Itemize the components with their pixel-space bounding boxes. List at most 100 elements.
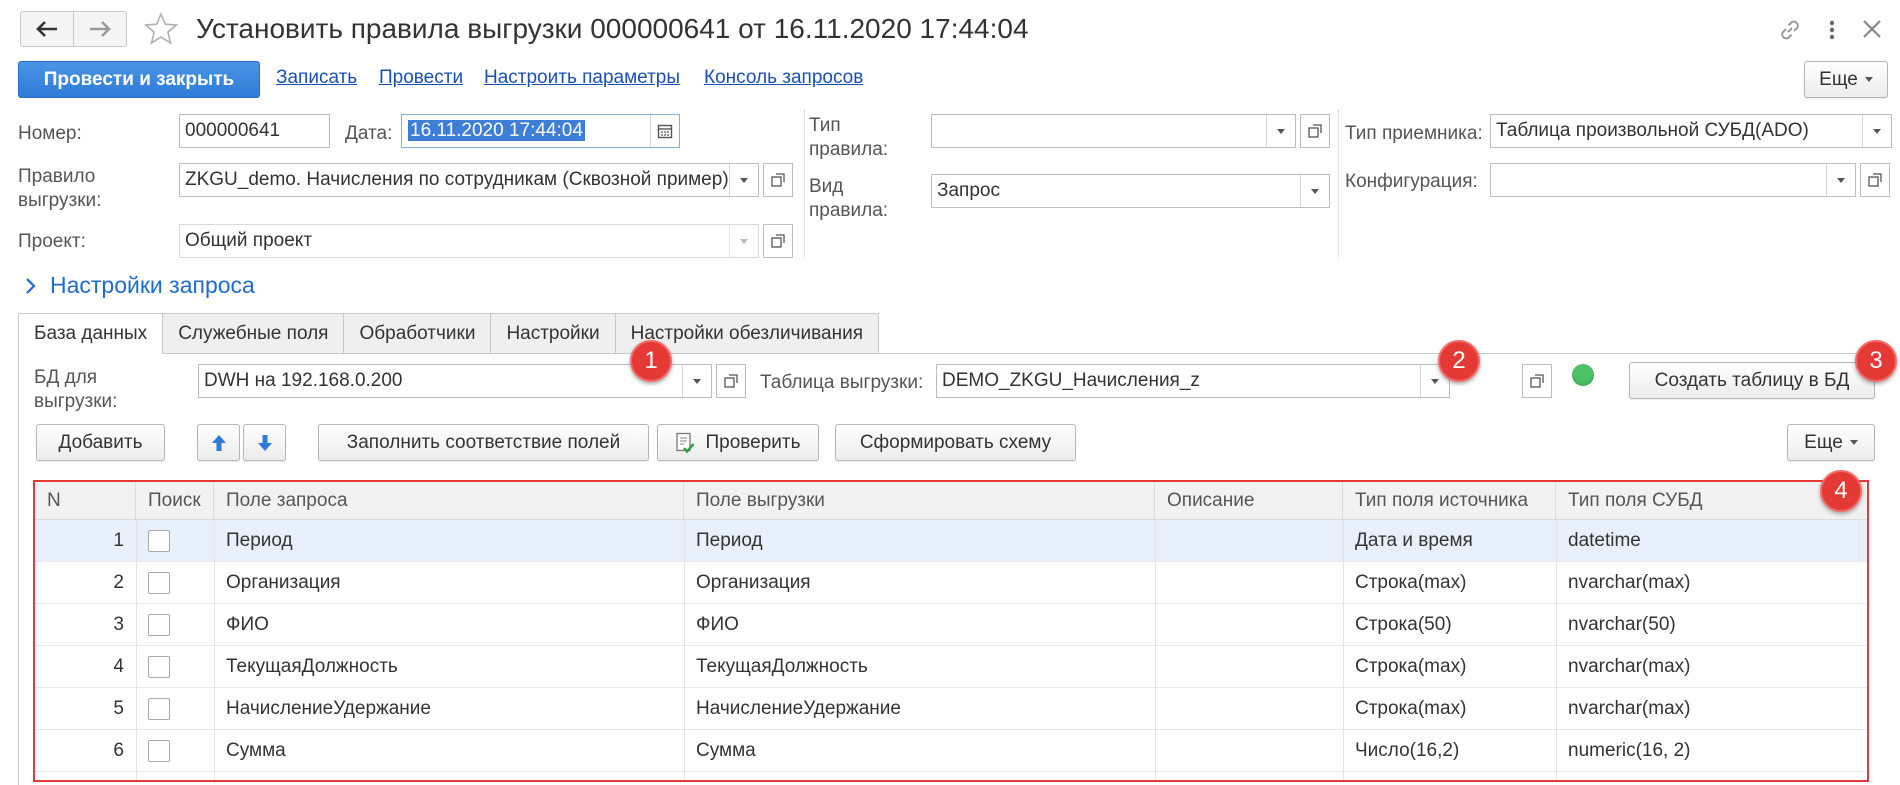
export-table-open-button[interactable]	[1522, 364, 1552, 398]
project-dropdown-button[interactable]	[729, 225, 758, 257]
search-checkbox[interactable]	[148, 740, 170, 762]
open-icon	[1868, 173, 1882, 187]
link-icon[interactable]	[1777, 17, 1803, 43]
rule-field[interactable]: ZKGU_demo. Начисления по сотрудникам (Ск…	[179, 163, 759, 197]
rule-type-field[interactable]	[931, 114, 1296, 148]
more-button[interactable]: Еще	[1804, 61, 1888, 98]
query-settings-title: Настройки запроса	[50, 272, 255, 298]
rule-kind-value: Запрос	[937, 180, 1000, 201]
favorite-star-icon[interactable]	[143, 11, 179, 47]
move-up-button[interactable]	[197, 424, 240, 461]
rule-label-line2: выгрузки:	[18, 190, 102, 211]
back-button[interactable]	[21, 12, 73, 46]
chevron-down-icon	[1864, 77, 1873, 82]
query-settings-section[interactable]: Настройки запроса	[24, 272, 255, 299]
configuration-dropdown-button[interactable]	[1826, 164, 1855, 196]
forward-button[interactable]	[73, 12, 126, 46]
tab-handlers[interactable]: Обработчики	[343, 313, 492, 353]
cell-source-type: Строка(50)	[1355, 614, 1452, 635]
cell-description	[1155, 688, 1343, 730]
query-console-link[interactable]: Консоль запросов	[704, 67, 863, 89]
project-field[interactable]: Общий проект	[179, 224, 759, 258]
rule-type-label-line2: правила:	[809, 139, 889, 160]
close-icon[interactable]	[1860, 17, 1884, 41]
db-open-button[interactable]	[716, 364, 746, 398]
build-schema-button[interactable]: Сформировать схему	[835, 424, 1076, 461]
date-label: Дата:	[345, 123, 393, 144]
rule-type-dropdown-button[interactable]	[1266, 115, 1295, 147]
db-label-line2: выгрузки:	[34, 391, 118, 412]
cell-db-type: datetime	[1568, 530, 1641, 551]
search-checkbox[interactable]	[148, 530, 170, 552]
export-table-field[interactable]: DEMO_ZKGU_Начисления_z	[936, 364, 1450, 398]
tab-database[interactable]: База данных	[18, 313, 164, 354]
more-button-label: Еще	[1819, 68, 1858, 90]
cell-query-field: ФИО	[226, 614, 269, 635]
cell-export-field: Сумма	[696, 740, 756, 761]
column-header-query-field[interactable]: Поле запроса	[214, 482, 684, 520]
table-row[interactable]: 3 ФИО ФИО Строка(50) nvarchar(50)	[35, 604, 1867, 646]
configuration-open-button[interactable]	[1860, 163, 1890, 197]
chevron-down-icon	[693, 378, 701, 384]
check-button-label: Проверить	[705, 431, 801, 453]
configuration-field[interactable]	[1490, 163, 1856, 197]
more-vertical-icon[interactable]	[1827, 17, 1837, 43]
column-header-export-field[interactable]: Поле выгрузки	[684, 482, 1155, 520]
setup-params-link[interactable]: Настроить параметры	[484, 67, 680, 89]
tab-service-fields[interactable]: Служебные поля	[162, 313, 345, 353]
post-and-close-button[interactable]: Провести и закрыть	[18, 61, 260, 98]
table-row[interactable]: 6 Сумма Сумма Число(16,2) numeric(16, 2)	[35, 730, 1867, 772]
search-checkbox[interactable]	[148, 656, 170, 678]
rule-open-button[interactable]	[763, 163, 793, 197]
cell-description	[1155, 562, 1343, 604]
receiver-type-field[interactable]: Таблица произвольной СУБД(ADO)	[1490, 114, 1892, 148]
number-field[interactable]: 000000641	[179, 114, 330, 148]
add-button[interactable]: Добавить	[36, 424, 165, 461]
rule-dropdown-button[interactable]	[729, 164, 758, 196]
rule-kind-label-line1: Вид	[809, 176, 844, 197]
rule-type-open-button[interactable]	[1300, 114, 1330, 148]
write-link[interactable]: Записать	[276, 67, 357, 89]
search-checkbox[interactable]	[148, 614, 170, 636]
date-field[interactable]: 16.11.2020 17:44:04	[401, 114, 680, 148]
tab-settings[interactable]: Настройки	[490, 313, 616, 353]
open-icon	[1530, 374, 1544, 388]
chevron-down-icon	[1849, 440, 1858, 445]
open-icon	[771, 173, 785, 187]
search-checkbox[interactable]	[148, 698, 170, 720]
search-checkbox[interactable]	[148, 572, 170, 594]
db-dropdown-button[interactable]	[682, 365, 711, 397]
rule-label-line1: Правило	[18, 166, 96, 187]
rule-kind-field[interactable]: Запрос	[931, 174, 1330, 208]
receiver-type-label: Тип приемника:	[1345, 123, 1483, 144]
cell-n: 1	[113, 530, 124, 551]
calendar-button[interactable]	[650, 115, 679, 147]
column-header-n[interactable]: N	[35, 482, 136, 520]
create-table-button[interactable]: Создать таблицу в БД	[1629, 362, 1875, 399]
column-divider	[214, 520, 215, 780]
table-row[interactable]: 4 ТекущаяДолжность ТекущаяДолжность Строка(…	[35, 646, 1867, 688]
configuration-label: Конфигурация:	[1345, 171, 1478, 192]
cell-db-type: nvarchar(max)	[1568, 698, 1691, 719]
cell-search	[136, 520, 214, 562]
chevron-down-icon	[740, 238, 748, 244]
table-more-button[interactable]: Еще	[1787, 424, 1875, 461]
cell-search	[136, 604, 214, 646]
rule-kind-dropdown-button[interactable]	[1300, 175, 1329, 207]
column-header-source-type[interactable]: Тип поля источника	[1343, 482, 1556, 520]
project-open-button[interactable]	[763, 224, 793, 258]
export-table-value: DEMO_ZKGU_Начисления_z	[942, 370, 1200, 391]
receiver-type-dropdown-button[interactable]	[1862, 115, 1891, 147]
table-row[interactable]: 2 Организация Организация Строка(max) nvarch…	[35, 562, 1867, 604]
move-down-button[interactable]	[243, 424, 286, 461]
check-button[interactable]: Проверить	[657, 424, 819, 461]
post-link[interactable]: Провести	[379, 67, 463, 89]
column-header-description[interactable]: Описание	[1155, 482, 1343, 520]
table-row[interactable]: 1 Период Период Дата и время datetime	[35, 520, 1867, 562]
cell-search	[136, 730, 214, 772]
number-value: 000000641	[185, 120, 281, 141]
chevron-right-icon	[26, 277, 36, 294]
fill-mapping-button[interactable]: Заполнить соответствие полей	[318, 424, 649, 461]
column-header-search[interactable]: Поиск	[136, 482, 214, 520]
table-row[interactable]: 5 НачислениеУдержание НачислениеУдержание С…	[35, 688, 1867, 730]
